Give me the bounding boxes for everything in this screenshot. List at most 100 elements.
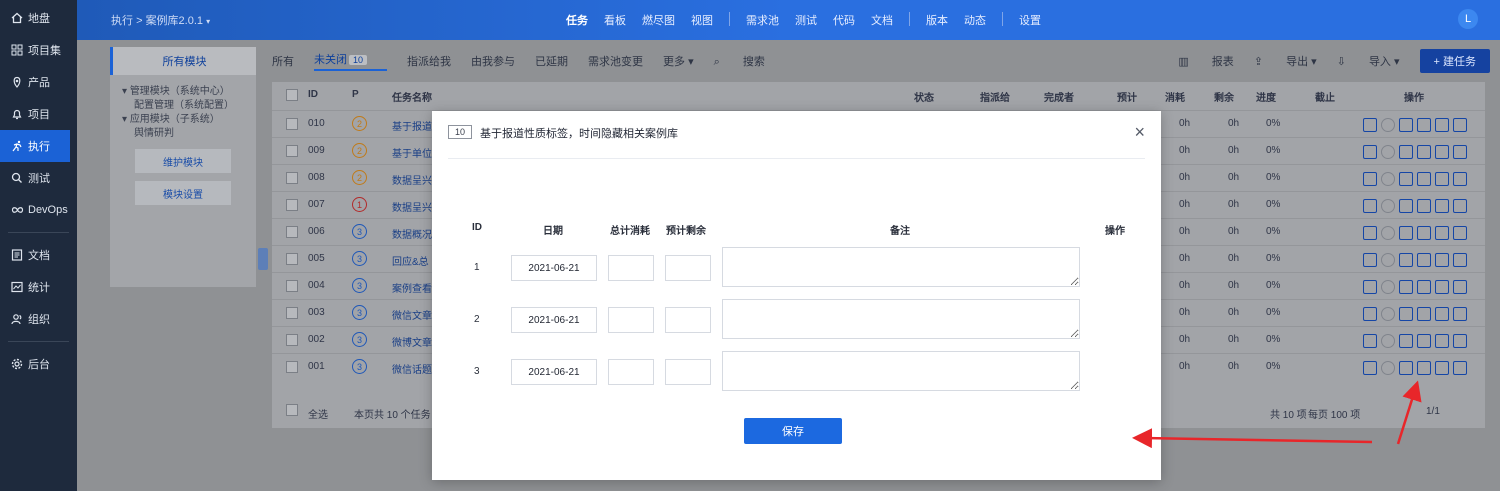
import-button[interactable]: ⇩ 导入 ▾ bbox=[1337, 53, 1400, 69]
edit-icon[interactable] bbox=[1435, 280, 1449, 294]
note-textarea[interactable] bbox=[722, 247, 1080, 287]
col-status[interactable]: 状态 bbox=[914, 89, 934, 104]
menu-release[interactable]: 版本 bbox=[926, 12, 948, 28]
finish-icon[interactable] bbox=[1399, 280, 1413, 294]
power-icon[interactable] bbox=[1381, 172, 1395, 186]
power-icon[interactable] bbox=[1381, 145, 1395, 159]
start-icon[interactable] bbox=[1363, 334, 1377, 348]
row-checkbox[interactable] bbox=[286, 172, 298, 184]
task-name-link[interactable]: 回应&总 bbox=[392, 253, 429, 268]
row-checkbox[interactable] bbox=[286, 334, 298, 346]
edit-icon[interactable] bbox=[1435, 226, 1449, 240]
date-input[interactable]: 2021-06-21 bbox=[511, 255, 597, 281]
tree-item[interactable]: 舆情研判 bbox=[122, 127, 246, 141]
finish-icon[interactable] bbox=[1399, 172, 1413, 186]
nav-item-doc[interactable]: 文档 bbox=[0, 239, 77, 271]
breadcrumb-execution[interactable]: 执行 bbox=[111, 15, 133, 27]
menu-doc[interactable]: 文档 bbox=[871, 12, 893, 28]
tab-assigned[interactable]: 指派给我 bbox=[407, 53, 451, 69]
note-textarea[interactable] bbox=[722, 299, 1080, 339]
menu-test[interactable]: 测试 bbox=[795, 12, 817, 28]
tab-delayed[interactable]: 已延期 bbox=[535, 53, 568, 69]
save-button[interactable]: 保存 bbox=[744, 418, 842, 444]
note-textarea[interactable] bbox=[722, 351, 1080, 391]
split-icon[interactable] bbox=[1453, 172, 1467, 186]
finish-icon[interactable] bbox=[1399, 199, 1413, 213]
edit-icon[interactable] bbox=[1435, 334, 1449, 348]
close-icon[interactable]: × bbox=[1134, 123, 1145, 141]
split-icon[interactable] bbox=[1453, 361, 1467, 375]
col-progress[interactable]: 进度 bbox=[1256, 89, 1276, 104]
finish-icon[interactable] bbox=[1399, 118, 1413, 132]
date-input[interactable]: 2021-06-21 bbox=[511, 359, 597, 385]
finish-icon[interactable] bbox=[1399, 253, 1413, 267]
row-checkbox[interactable] bbox=[286, 253, 298, 265]
col-assignee[interactable]: 指派给 bbox=[980, 89, 1010, 104]
row-checkbox[interactable] bbox=[286, 280, 298, 292]
split-icon[interactable] bbox=[1453, 253, 1467, 267]
task-name-link[interactable]: 数据呈兴 bbox=[392, 199, 432, 214]
record-effort-icon[interactable] bbox=[1417, 226, 1431, 240]
start-icon[interactable] bbox=[1363, 226, 1377, 240]
export-button[interactable]: ⇪ 导出 ▾ bbox=[1254, 53, 1317, 69]
record-effort-icon[interactable] bbox=[1417, 253, 1431, 267]
record-effort-icon[interactable] bbox=[1417, 307, 1431, 321]
record-effort-icon[interactable] bbox=[1417, 118, 1431, 132]
split-icon[interactable] bbox=[1453, 118, 1467, 132]
nav-item-home[interactable]: 地盘 bbox=[0, 2, 77, 34]
nav-item-project[interactable]: 项目 bbox=[0, 98, 77, 130]
collapse-handle[interactable] bbox=[258, 248, 268, 270]
select-all-checkbox[interactable] bbox=[286, 404, 298, 416]
tree-item[interactable]: ▾ 应用模块（子系统） bbox=[122, 113, 246, 127]
record-effort-icon[interactable] bbox=[1417, 334, 1431, 348]
select-all-checkbox[interactable] bbox=[286, 89, 298, 101]
start-icon[interactable] bbox=[1363, 172, 1377, 186]
row-checkbox[interactable] bbox=[286, 361, 298, 373]
start-icon[interactable] bbox=[1363, 361, 1377, 375]
task-name-link[interactable]: 数据呈兴 bbox=[392, 172, 432, 187]
menu-code[interactable]: 代码 bbox=[833, 12, 855, 28]
edit-icon[interactable] bbox=[1435, 118, 1449, 132]
finish-icon[interactable] bbox=[1399, 334, 1413, 348]
power-icon[interactable] bbox=[1381, 253, 1395, 267]
power-icon[interactable] bbox=[1381, 361, 1395, 375]
tree-item[interactable]: ▾ 管理模块（系统中心） bbox=[122, 85, 246, 99]
tab-req-change[interactable]: 需求池变更 bbox=[588, 53, 643, 69]
nav-item-stats[interactable]: 统计 bbox=[0, 271, 77, 303]
col-priority[interactable]: P bbox=[352, 89, 359, 100]
record-effort-icon[interactable] bbox=[1417, 280, 1431, 294]
menu-view[interactable]: 视图 bbox=[691, 12, 713, 28]
split-icon[interactable] bbox=[1453, 199, 1467, 213]
row-checkbox[interactable] bbox=[286, 226, 298, 238]
edit-icon[interactable] bbox=[1435, 361, 1449, 375]
breadcrumb-library[interactable]: 案例库2.0.1 bbox=[146, 15, 203, 27]
finish-icon[interactable] bbox=[1399, 361, 1413, 375]
total-used-input[interactable] bbox=[608, 255, 654, 281]
task-name-link[interactable]: 基于单位 bbox=[392, 145, 432, 160]
task-name-link[interactable]: 微信话题 bbox=[392, 361, 432, 376]
record-effort-icon[interactable] bbox=[1417, 172, 1431, 186]
row-checkbox[interactable] bbox=[286, 145, 298, 157]
finish-icon[interactable] bbox=[1399, 226, 1413, 240]
col-finisher[interactable]: 完成者 bbox=[1044, 89, 1074, 104]
finish-icon[interactable] bbox=[1399, 307, 1413, 321]
tab-all[interactable]: 所有 bbox=[272, 53, 294, 69]
menu-task[interactable]: 任务 bbox=[566, 12, 588, 28]
task-name-link[interactable]: 基于报道 bbox=[392, 118, 432, 133]
new-task-button[interactable]: + 建任务 bbox=[1419, 49, 1490, 73]
tree-item[interactable]: 配置管理（系统配置） bbox=[122, 99, 246, 113]
tab-more[interactable]: 更多 ▾ bbox=[663, 53, 694, 69]
chevron-down-icon[interactable]: ▾ bbox=[206, 17, 210, 26]
split-icon[interactable] bbox=[1453, 334, 1467, 348]
nav-item-devops[interactable]: DevOps bbox=[0, 194, 77, 226]
edit-icon[interactable] bbox=[1435, 172, 1449, 186]
maintain-modules-button[interactable]: 维护模块 bbox=[135, 149, 231, 173]
menu-dynamic[interactable]: 动态 bbox=[964, 12, 986, 28]
start-icon[interactable] bbox=[1363, 280, 1377, 294]
col-name[interactable]: 任务名称 bbox=[392, 89, 432, 104]
menu-backlog[interactable]: 需求池 bbox=[746, 12, 779, 28]
power-icon[interactable] bbox=[1381, 334, 1395, 348]
split-icon[interactable] bbox=[1453, 145, 1467, 159]
task-name-link[interactable]: 微博文章 bbox=[392, 334, 432, 349]
per-page-select[interactable]: 每页 100 项 bbox=[1308, 406, 1360, 421]
